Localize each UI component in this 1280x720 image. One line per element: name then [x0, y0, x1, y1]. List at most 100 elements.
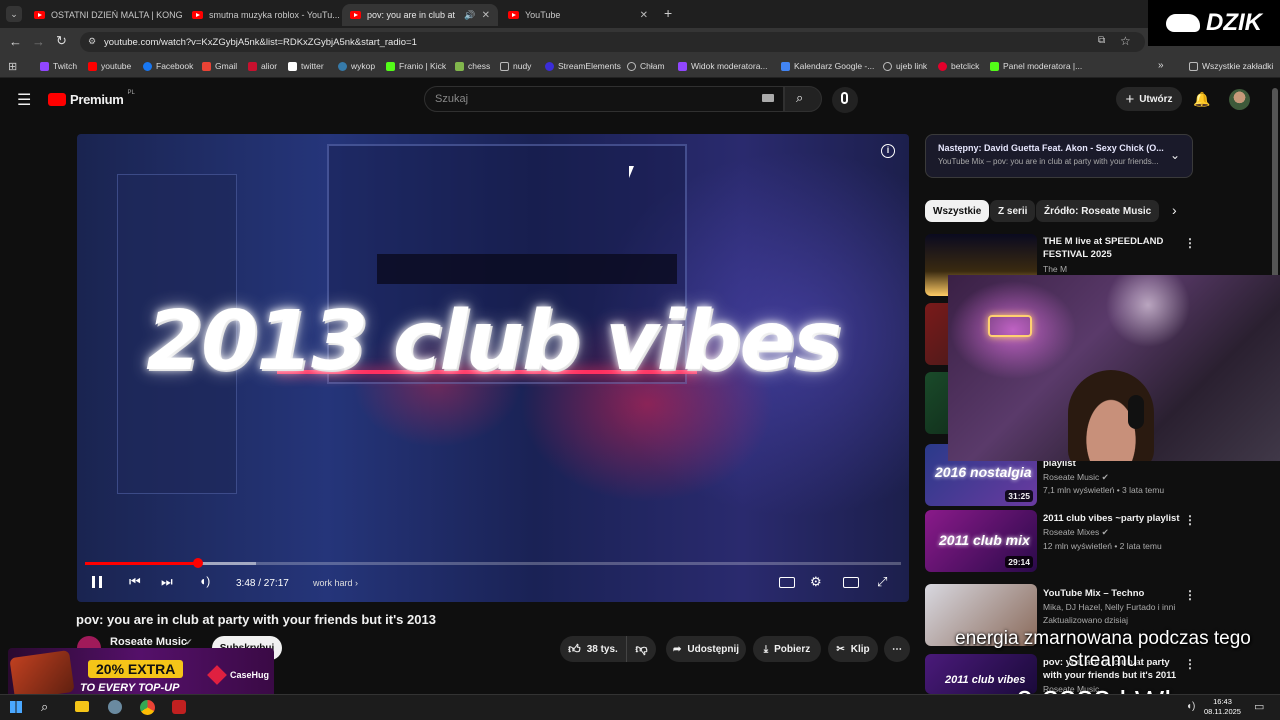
menu-icon[interactable]: ☰: [17, 90, 31, 110]
globe-icon: [883, 61, 892, 71]
bookmark-label: ujeb link: [896, 61, 928, 71]
chip-all[interactable]: Wszystkie: [925, 200, 990, 222]
tab-current[interactable]: pov: you are in club at party... 🔊 ✕: [342, 4, 498, 26]
chevron-right-icon[interactable]: ›: [1172, 202, 1177, 218]
bookmark-item[interactable]: twitter: [288, 61, 324, 71]
progress-bar[interactable]: [85, 558, 901, 568]
file-explorer-icon[interactable]: [75, 701, 89, 712]
chapter-label[interactable]: work hard ›: [313, 578, 358, 588]
volume-icon[interactable]: ◖): [199, 574, 210, 588]
bookmark-item[interactable]: Twitch: [40, 61, 77, 71]
up-next-panel[interactable]: Następny: David Guetta Feat. Akon - Sexy…: [925, 134, 1193, 178]
info-icon[interactable]: i: [881, 144, 895, 158]
more-vert-icon[interactable]: ⋮: [1184, 513, 1196, 527]
youtube-premium-logo[interactable]: Premium PL: [48, 89, 135, 107]
tab-search-button[interactable]: ⌄: [6, 6, 22, 22]
like-button[interactable]: 👍︎ 38 tys.: [560, 636, 626, 662]
app-icon[interactable]: [108, 700, 122, 714]
sidebar-video-title[interactable]: THE M live at SPEEDLAND FESTIVAL 2025: [1043, 235, 1183, 261]
bookmark-item[interactable]: Franio | Kick: [386, 61, 446, 71]
bookmark-item[interactable]: Kalendarz Google -...: [781, 61, 874, 71]
reload-icon[interactable]: ↻: [56, 33, 67, 49]
settings-icon[interactable]: ⚙: [810, 574, 822, 590]
logo-region: PL: [127, 89, 135, 96]
betclick-icon: [938, 61, 947, 71]
bookmark-item[interactable]: betclick: [938, 61, 979, 71]
close-icon[interactable]: ✕: [640, 10, 648, 21]
address-bar[interactable]: ⚙ youtube.com/watch?v=KxZGybjA5nk&list=R…: [80, 32, 1145, 52]
progress-scrubber[interactable]: [192, 558, 203, 568]
close-icon[interactable]: ✕: [482, 10, 490, 21]
site-info-icon[interactable]: ⚙: [88, 36, 96, 47]
chevron-down-icon[interactable]: ⌄: [1170, 148, 1180, 162]
voice-search-button[interactable]: [832, 87, 858, 113]
chrome-icon[interactable]: [140, 700, 155, 715]
google-calendar-icon: [781, 61, 790, 71]
miniplayer-icon[interactable]: [843, 577, 859, 588]
back-icon[interactable]: ←: [9, 34, 22, 49]
dzik-logo: DZIK: [1148, 0, 1280, 46]
video-thumbnail[interactable]: 2011 club mix 29:14: [925, 510, 1037, 572]
bookmark-item[interactable]: chess: [455, 61, 490, 71]
clock[interactable]: 16:43 08.11.2025: [1204, 697, 1241, 717]
more-actions-button[interactable]: ⋯: [884, 636, 910, 662]
youtube-favicon-icon: [192, 11, 203, 19]
bookmark-item[interactable]: Facebook: [143, 61, 193, 71]
more-vert-icon[interactable]: ⋮: [1184, 236, 1196, 250]
sidebar-video-channel: Roseate Music ✔: [1043, 471, 1183, 484]
bookmark-item[interactable]: nudy: [500, 61, 531, 71]
speaker-icon[interactable]: 🔊: [464, 10, 475, 21]
page-scrollbar[interactable]: [1272, 88, 1278, 288]
bookmark-label: wykop: [351, 61, 376, 71]
chip-series[interactable]: Z serii: [990, 200, 1036, 222]
volume-icon[interactable]: ◖): [1186, 701, 1195, 712]
search-input[interactable]: Szukaj: [424, 86, 784, 112]
app-icon[interactable]: [172, 700, 186, 714]
more-vert-icon[interactable]: ⋮: [1184, 588, 1196, 602]
tab-kong[interactable]: OSTATNI DZIEŃ MALTA | KONG... ✕: [26, 4, 182, 26]
previous-icon[interactable]: ⏮: [129, 574, 141, 590]
download-button[interactable]: ⤓ Pobierz: [753, 636, 821, 662]
channel-name[interactable]: Roseate Music: [110, 636, 187, 648]
next-icon[interactable]: ⏭: [161, 574, 173, 590]
bookmark-star-icon[interactable]: ☆: [1120, 34, 1131, 48]
search-button[interactable]: ⌕: [784, 86, 822, 112]
notification-icon[interactable]: ▭: [1254, 700, 1264, 713]
bookmark-item[interactable]: Widok moderatora...: [678, 61, 768, 71]
thumbnail-text: 2011 club mix: [939, 532, 1030, 548]
fullscreen-icon[interactable]: ⤢: [877, 574, 887, 590]
bookmark-item[interactable]: Chłam: [627, 61, 665, 71]
share-button[interactable]: ➦ Udostępnij: [666, 636, 746, 662]
bookmark-item[interactable]: alior: [248, 61, 277, 71]
bookmark-item[interactable]: wykop: [338, 61, 375, 71]
tab-label: pov: you are in club at party...: [367, 10, 458, 20]
bell-icon[interactable]: 🔔: [1193, 91, 1210, 108]
subtitles-icon[interactable]: [779, 577, 795, 588]
bookmark-item[interactable]: ujeb link: [883, 61, 927, 71]
video-player[interactable]: 2013 club vibes i ⏮ ⏭ ◖) 3:48 / 27:17 wo…: [77, 134, 909, 602]
apps-grid-icon[interactable]: ⊞: [8, 60, 17, 73]
create-button[interactable]: + Utwórz: [1116, 87, 1182, 111]
bookmark-item[interactable]: Panel moderatora |...: [990, 61, 1082, 71]
tab-smutna[interactable]: smutna muzyka roblox - YouTu... ✕: [184, 4, 340, 26]
forward-icon[interactable]: →: [32, 34, 45, 49]
keyboard-icon[interactable]: [762, 94, 774, 102]
bookmark-item[interactable]: youtube: [88, 61, 131, 71]
all-bookmarks[interactable]: Wszystkie zakładki: [1189, 61, 1273, 71]
sidebar-video-title[interactable]: YouTube Mix – Techno: [1043, 587, 1183, 600]
bookmarks-overflow-icon[interactable]: »: [1158, 60, 1164, 71]
bookmark-item[interactable]: StreamElements: [545, 61, 621, 71]
dislike-button[interactable]: 👎︎: [626, 636, 656, 662]
windows-start-icon[interactable]: [10, 701, 22, 713]
bookmark-item[interactable]: Gmail: [202, 61, 237, 71]
chip-source[interactable]: Źródło: Roseate Music: [1036, 200, 1160, 222]
tab-youtube[interactable]: YouTube ✕: [500, 4, 656, 26]
sidebar-video-title[interactable]: 2011 club vibes ~party playlist: [1043, 512, 1183, 525]
install-icon[interactable]: ⧉: [1098, 35, 1105, 46]
folder-icon: [500, 61, 509, 71]
new-tab-button[interactable]: +: [664, 5, 672, 21]
search-icon[interactable]: ⌕: [41, 699, 48, 715]
clip-button[interactable]: ✂ Klip: [828, 636, 878, 662]
avatar[interactable]: [1229, 89, 1250, 110]
pause-icon[interactable]: [92, 576, 102, 588]
